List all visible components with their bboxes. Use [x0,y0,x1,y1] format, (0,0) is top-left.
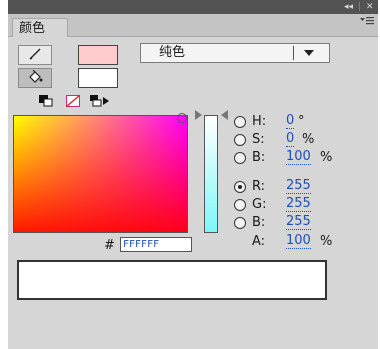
blue-radio[interactable] [234,217,246,229]
green-label: G: [252,197,267,212]
pencil-icon [27,47,43,64]
tab-row: 颜色 [8,14,378,37]
saturation-value[interactable]: 0 [286,131,295,147]
paint-bucket-icon [27,69,43,87]
fill-type-dropdown[interactable]: 纯色 [140,43,330,63]
tab-color[interactable]: 颜色 [12,18,68,37]
hue-slider-right-marker[interactable] [221,110,228,120]
chevron-down-icon [304,50,314,56]
alpha-label: A: [252,234,266,249]
panel-menu-icon[interactable] [360,16,374,29]
green-radio[interactable] [234,199,246,211]
hue-slider-left-marker[interactable] [195,110,202,120]
color-preview-swatch [17,260,327,300]
brightness-unit: % [320,150,333,165]
hue-radio[interactable] [234,116,246,128]
alpha-unit: % [320,234,333,249]
red-radio[interactable] [234,181,246,193]
saturation-label: S: [252,132,265,147]
color-picker-field[interactable] [13,115,188,233]
stroke-color-tool[interactable] [18,45,52,65]
collapse-icon[interactable]: ◂◂ [344,0,353,14]
dropdown-divider [293,46,294,60]
saturation-radio[interactable] [234,134,246,146]
color-panel: ◂◂ | ✕ 颜色 纯色 H: 0 ° S: 0 % B: 100 % R: 2… [8,0,378,349]
fill-type-selected: 纯色 [159,45,186,60]
black-white-icon[interactable] [39,95,53,110]
blue-label: B: [252,215,266,230]
brightness-value[interactable]: 100 [286,149,311,165]
hex-color-input[interactable]: FFFFFF [120,237,192,252]
fill-color-tool[interactable] [18,68,52,88]
close-icon[interactable]: ✕ [366,0,374,14]
hue-value[interactable]: 0 [286,113,295,129]
saturation-unit: % [302,132,315,147]
hue-slider[interactable] [204,115,218,233]
fill-color-swatch[interactable] [78,68,118,88]
red-label: R: [252,179,266,194]
swap-colors-icon[interactable] [90,95,110,110]
brightness-label: B: [252,150,266,165]
panel-title-bar: ◂◂ | ✕ [8,0,378,14]
hex-label: # [104,238,115,253]
hue-unit: ° [298,114,305,129]
alpha-value[interactable]: 100 [286,233,311,249]
color-field-cursor[interactable] [177,113,187,123]
hue-label: H: [252,114,267,129]
title-divider: | [358,2,362,12]
stroke-color-swatch[interactable] [78,45,118,65]
blue-value[interactable]: 255 [286,214,311,230]
no-color-icon[interactable] [66,94,80,110]
brightness-radio[interactable] [234,152,246,164]
green-value[interactable]: 255 [286,196,311,212]
red-value[interactable]: 255 [286,178,311,194]
